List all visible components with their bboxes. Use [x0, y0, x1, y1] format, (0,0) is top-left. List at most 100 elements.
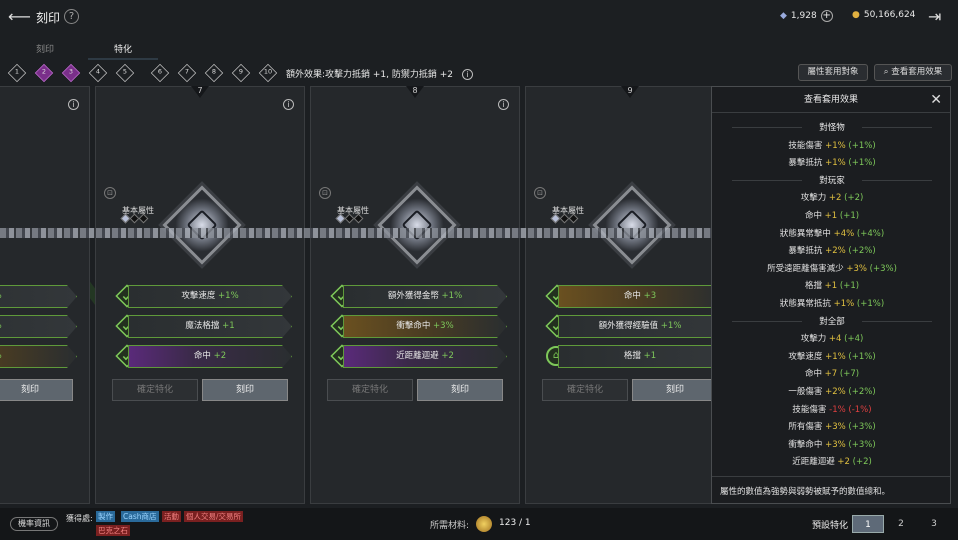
view-effect-button[interactable]: ⌕ 查看套用效果 [874, 64, 952, 81]
help-icon[interactable]: ? [64, 9, 79, 24]
attribute-row[interactable]: 命中 +2 [128, 345, 292, 368]
effect-value: +2 [837, 457, 850, 468]
attribute-row[interactable]: 衝擊命中 +3% [343, 315, 507, 338]
source-link-trade[interactable]: 個人交易/交易所 [184, 511, 244, 522]
effect-section-header: 對怪物 [712, 121, 952, 133]
attribute-label: 格擋 [623, 351, 641, 361]
stage-5[interactable]: 5 [115, 63, 135, 83]
info-icon[interactable]: i [283, 99, 294, 110]
apply-target-button[interactable]: 屬性套用對象 [798, 64, 868, 81]
attribute-row[interactable]: 額外獲得金幣 +1% [343, 285, 507, 308]
grade-dot [568, 213, 579, 224]
tab-engrave[interactable]: 刻印 [36, 42, 54, 55]
info-icon[interactable]: i [498, 99, 509, 110]
view-effect-label: 查看套用效果 [891, 67, 943, 77]
effect-delta: (+2%) [848, 246, 876, 257]
confirm-specialize-button[interactable]: 確定特化 [112, 379, 198, 401]
effect-value: +2% [825, 246, 846, 257]
engrave-button[interactable]: 刻印 [0, 379, 73, 401]
attribute-value: +1 [643, 351, 657, 361]
attribute-label: 額外獲得經驗值 [598, 321, 659, 331]
source-link-event[interactable]: 活動 [162, 511, 181, 522]
attribute-row[interactable]: 3% [0, 345, 77, 368]
stage-10[interactable]: 10 [258, 63, 278, 83]
effect-section-header: 對全部 [712, 315, 952, 327]
attribute-row[interactable]: 近距離迴避 +2 [343, 345, 507, 368]
stage-number: 6 [157, 68, 163, 76]
stage-9[interactable]: 9 [231, 63, 251, 83]
stage-number: 8 [211, 68, 217, 76]
attribute-value: +2 [213, 351, 227, 361]
attribute-row[interactable]: 2% [0, 285, 77, 308]
applied-effects-panel: 查看套用效果 ✕ 對怪物 技能傷害 +1% (+1%) 暴擊抵抗 +1% (+1%)… [711, 86, 951, 504]
stage-1[interactable]: 1 [7, 63, 27, 83]
side-header: 查看套用效果 ✕ [712, 87, 950, 113]
required-label: 所需材料: [430, 521, 470, 531]
effect-value: -1% [829, 404, 846, 415]
preset-2-button[interactable]: 2 [885, 515, 917, 533]
chain-decoration [0, 228, 712, 238]
engraving-emblem[interactable] [377, 185, 457, 265]
stage-6[interactable]: 6 [150, 63, 170, 83]
exit-icon[interactable]: ⇥ [928, 6, 950, 28]
effect-row: 狀態異常擊中 +4% (+4%) [712, 227, 952, 239]
stage-8[interactable]: 8 [204, 63, 224, 83]
attribute-value: +3% [433, 321, 454, 331]
info-icon[interactable]: i [68, 99, 79, 110]
confirm-specialize-button[interactable]: 確定特化 [542, 379, 628, 401]
effect-value: +1 [824, 281, 838, 292]
effect-row: 狀態異常抵抗 +1% (+1%) [712, 297, 952, 309]
effect-delta: (+1%) [856, 299, 885, 309]
add-gems-button[interactable]: + [820, 10, 833, 22]
stage-7[interactable]: 7 [177, 63, 197, 83]
source-link-craft[interactable]: 製作 [96, 511, 115, 522]
stage-4[interactable]: 4 [88, 63, 108, 83]
probability-info-button[interactable]: 機率資訊 [10, 517, 58, 531]
effect-label: 所有傷害 [788, 422, 823, 433]
attribute-row[interactable]: 格擋 +1 [558, 345, 722, 368]
effect-value: +1% [833, 299, 855, 309]
effect-row: 近距離迴避 +2 (+2) [712, 455, 952, 467]
effect-label: 衝擊命中 [788, 439, 823, 450]
gem-count: 1,928 [790, 11, 817, 21]
page-title: 刻印 [36, 11, 61, 25]
preset-3-button[interactable]: 3 [918, 515, 950, 533]
engraving-emblem[interactable] [592, 185, 672, 265]
panel-number: 7 [197, 86, 203, 95]
lock-icon[interactable]: ⊡ [319, 187, 331, 199]
effect-delta: (-1%) [848, 404, 872, 415]
effect-row: 技能傷害 -1% (-1%) [712, 403, 952, 415]
attribute-row[interactable]: 1% [0, 315, 77, 338]
tab-specialize[interactable]: 特化 [114, 42, 132, 55]
preset-1-button[interactable]: 1 [852, 515, 884, 533]
engrave-button[interactable]: 刻印 [632, 379, 718, 401]
lock-icon[interactable]: ⊡ [104, 187, 116, 199]
back-arrow-icon[interactable]: ⟵ [8, 7, 31, 27]
attribute-label: 魔法格擋 [185, 321, 220, 331]
attribute-row[interactable]: 魔法格擋 +1 [128, 315, 292, 338]
attribute-row[interactable]: 命中 +3 [558, 285, 722, 308]
attribute-value: 3% [0, 351, 2, 361]
engrave-button[interactable]: 刻印 [417, 379, 503, 401]
engraving-emblem[interactable] [162, 185, 242, 265]
stage-number: 3 [68, 68, 74, 76]
attribute-row[interactable]: 攻擊速度 +1% [128, 285, 292, 308]
stage-2[interactable]: 2 [34, 63, 54, 83]
info-icon[interactable]: i [461, 69, 473, 80]
panel-number-tag: 7 [191, 86, 209, 98]
effect-value: +7 [824, 369, 838, 380]
source-link-cash-shop[interactable]: Cash商店 [121, 511, 159, 522]
stage-3[interactable]: 3 [61, 63, 81, 83]
attribute-label: 命中 [193, 351, 211, 361]
source-link-stone[interactable]: 巴克之石 [96, 525, 130, 536]
gold-currency: ● 50,166,624 [852, 10, 915, 20]
attribute-row[interactable]: 額外獲得經驗值 +1% [558, 315, 722, 338]
close-icon[interactable]: ✕ [930, 87, 942, 113]
effect-label: 狀態異常擊中 [779, 228, 831, 239]
confirm-specialize-button[interactable]: 確定特化 [327, 379, 413, 401]
effect-value: +4% [833, 228, 855, 239]
lock-icon[interactable]: ⊡ [534, 187, 546, 199]
engrave-button[interactable]: 刻印 [202, 379, 288, 401]
effect-value: +2 [828, 193, 842, 204]
stage-number: 9 [238, 68, 244, 76]
